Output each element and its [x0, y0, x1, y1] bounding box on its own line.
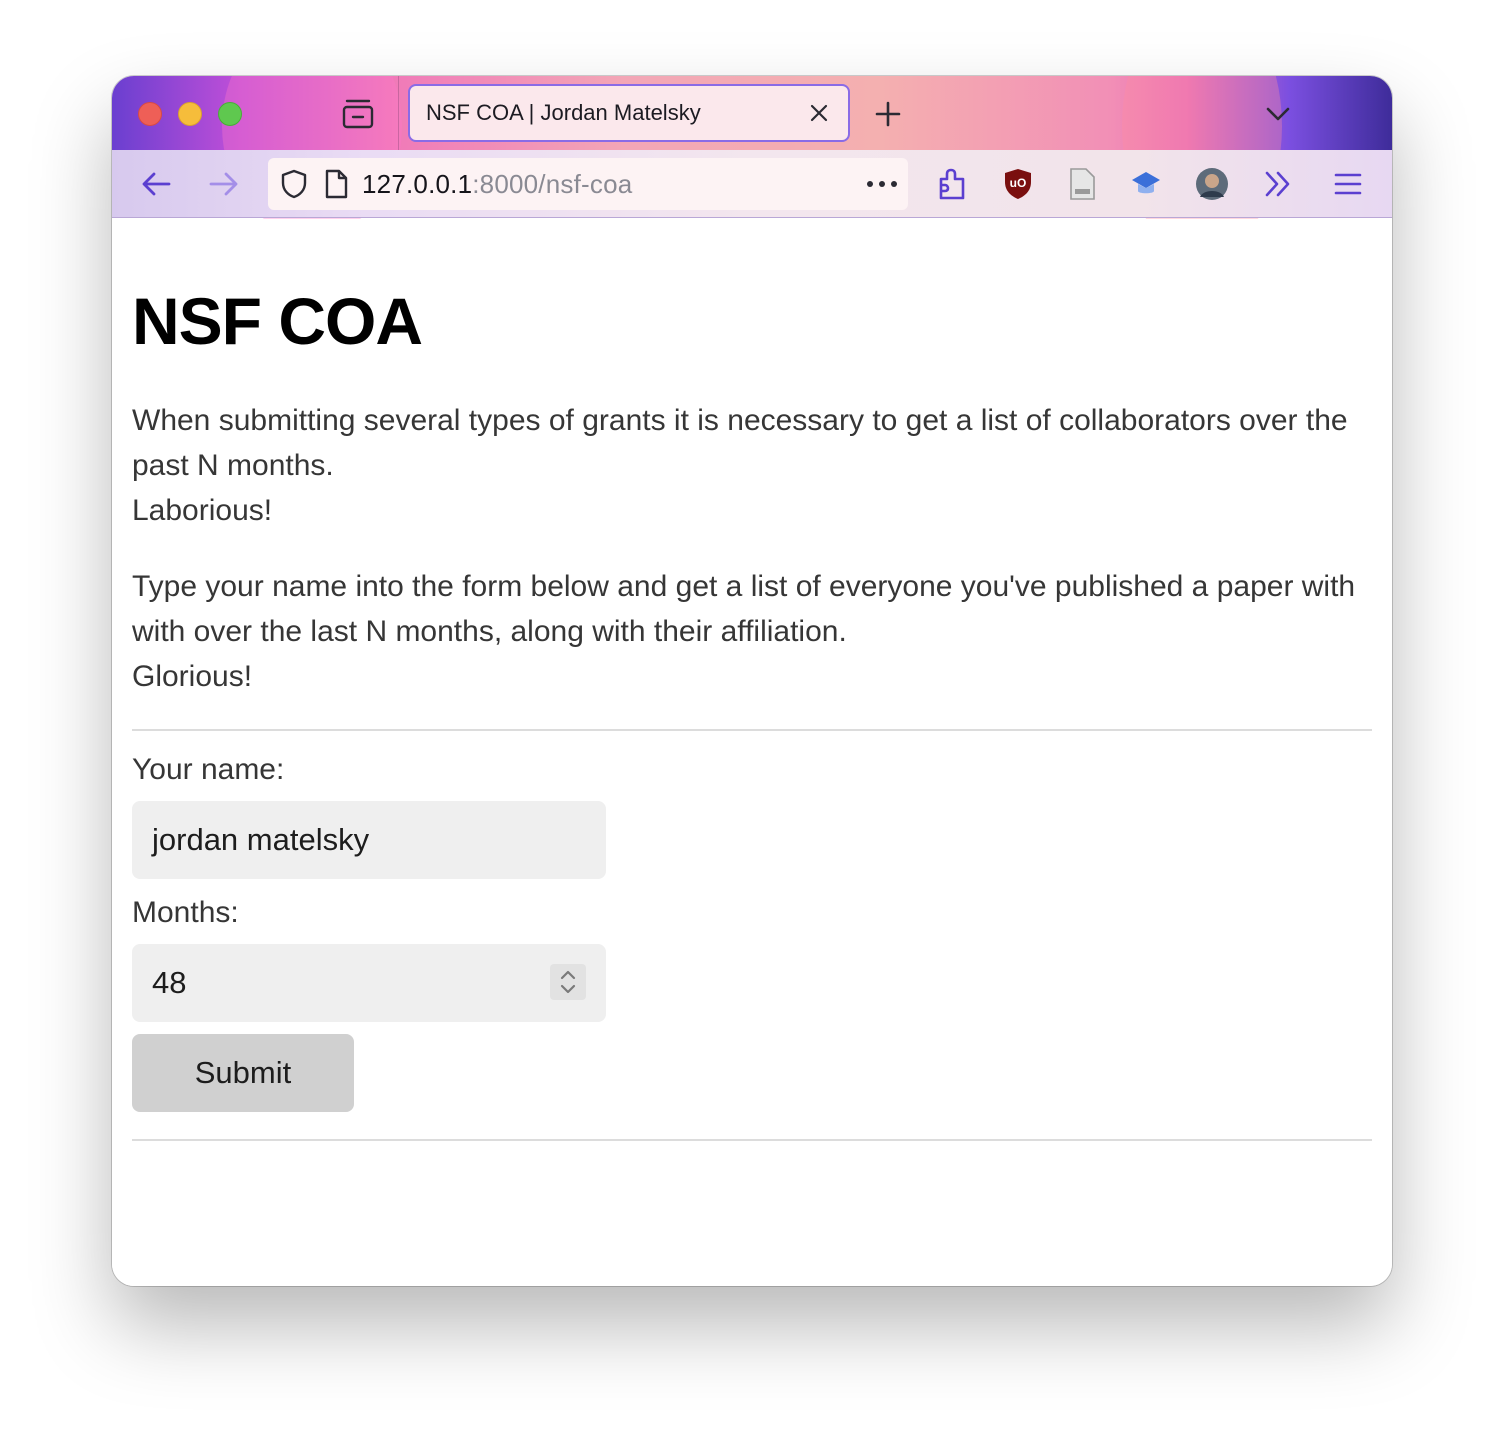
tab-active[interactable]: NSF COA | Jordan Matelsky [408, 84, 850, 142]
tab-separator [398, 76, 399, 150]
ellipsis-icon[interactable] [862, 164, 902, 204]
url-path: :8000/nsf-coa [472, 168, 633, 199]
navigation-toolbar: 127.0.0.1:8000/nsf-coa uO [112, 150, 1392, 218]
hamburger-menu-icon[interactable] [1328, 164, 1368, 204]
url-text[interactable]: 127.0.0.1:8000/nsf-coa [362, 169, 862, 200]
close-icon[interactable] [806, 100, 832, 126]
browser-window: NSF COA | Jordan Matelsky 127.0.0.1:8000… [112, 76, 1392, 1286]
divider-top [132, 729, 1372, 731]
url-host: 127.0.0.1 [362, 168, 473, 199]
instructions-exclamation: Glorious! [132, 660, 253, 693]
submit-button[interactable]: Submit [132, 1034, 354, 1112]
profile-avatar-icon[interactable] [1192, 164, 1232, 204]
puzzle-icon[interactable] [932, 164, 972, 204]
chevron-down-icon[interactable] [1262, 98, 1294, 130]
graduation-cap-icon[interactable] [1126, 164, 1166, 204]
name-input[interactable]: jordan matelsky [132, 801, 606, 879]
divider-bottom [132, 1139, 1372, 1141]
zoom-window-button[interactable] [218, 102, 242, 126]
tab-strip: NSF COA | Jordan Matelsky [112, 76, 1392, 256]
name-input-value: jordan matelsky [152, 822, 370, 857]
page-content: NSF COA When submitting several types of… [112, 219, 1392, 1286]
intro-text: When submitting several types of grants … [132, 404, 1348, 482]
svg-text:uO: uO [1010, 176, 1027, 190]
minimize-window-button[interactable] [178, 102, 202, 126]
instructions-text: Type your name into the form below and g… [132, 570, 1356, 648]
tab-overview-icon[interactable] [338, 96, 378, 132]
ublock-shield-icon[interactable]: uO [998, 164, 1038, 204]
double-chevron-right-icon[interactable] [1258, 164, 1298, 204]
arrow-right-icon[interactable] [204, 164, 244, 204]
arrow-left-icon[interactable] [136, 164, 176, 204]
tab-title: NSF COA | Jordan Matelsky [426, 100, 701, 125]
page-title: NSF COA [132, 284, 423, 358]
document-icon[interactable] [1062, 164, 1102, 204]
shield-icon[interactable] [278, 168, 310, 200]
months-number-input[interactable]: 48 [132, 944, 606, 1022]
plus-icon[interactable] [872, 98, 904, 130]
months-label: Months: [132, 896, 239, 929]
intro-paragraph: When submitting several types of grants … [132, 398, 1372, 533]
page-icon[interactable] [320, 168, 352, 200]
months-input-value: 48 [152, 965, 187, 1000]
close-window-button[interactable] [138, 102, 162, 126]
name-label: Your name: [132, 753, 285, 786]
instructions-paragraph: Type your name into the form below and g… [132, 564, 1372, 699]
stepper-icon[interactable] [550, 964, 586, 1000]
intro-exclamation: Laborious! [132, 494, 273, 527]
url-bar[interactable]: 127.0.0.1:8000/nsf-coa [268, 158, 908, 210]
